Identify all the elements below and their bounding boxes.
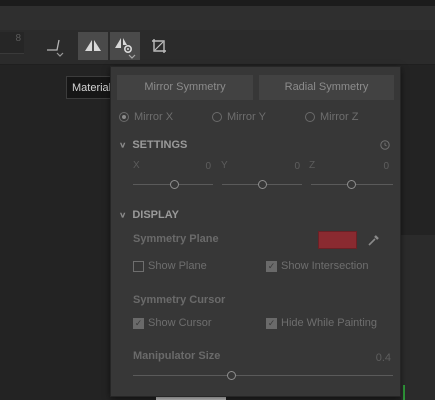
green-indicator bbox=[403, 385, 405, 400]
mirror-x-label: Mirror X bbox=[134, 111, 174, 123]
z-slider-handle[interactable] bbox=[347, 180, 356, 189]
mirror-y-label: Mirror Y bbox=[227, 111, 266, 123]
mirror-x-option[interactable]: Mirror X bbox=[119, 111, 173, 123]
curve-tool-button[interactable] bbox=[40, 32, 70, 60]
display-section-header[interactable]: ∨ DISPLAY bbox=[119, 209, 179, 221]
settings-title: SETTINGS bbox=[132, 139, 188, 151]
show-cursor-checkbox[interactable]: ✓ Show Cursor bbox=[133, 317, 212, 329]
brush-number-field[interactable]: 8 bbox=[0, 32, 24, 54]
mirror-z-label: Mirror Z bbox=[320, 111, 359, 123]
x-slider-handle[interactable] bbox=[170, 180, 179, 189]
y-label: Y bbox=[221, 160, 228, 171]
manipulator-size-label: Manipulator Size bbox=[133, 350, 221, 362]
mirror-z-option[interactable]: Mirror Z bbox=[305, 111, 359, 123]
manipulator-size-value[interactable]: 0.4 bbox=[361, 352, 391, 364]
tab-radial-symmetry[interactable]: Radial Symmetry bbox=[259, 75, 394, 100]
checkbox-checked-icon: ✓ bbox=[266, 260, 277, 272]
hide-while-painting-checkbox[interactable]: ✓ Hide While Painting bbox=[266, 317, 377, 329]
symmetry-button[interactable] bbox=[78, 32, 108, 60]
radio-unchecked-icon bbox=[305, 112, 315, 122]
show-intersection-label: Show Intersection bbox=[281, 260, 369, 272]
curve-tool-icon bbox=[47, 39, 64, 57]
display-title: DISPLAY bbox=[132, 209, 179, 221]
symmetry-settings-icon bbox=[115, 38, 136, 59]
checkbox-unchecked-icon bbox=[133, 260, 144, 272]
symmetry-icon bbox=[85, 40, 101, 51]
transform-icon bbox=[152, 39, 166, 53]
top-bar bbox=[0, 0, 435, 30]
show-intersection-checkbox[interactable]: ✓ Show Intersection bbox=[266, 260, 368, 272]
toolbar: 8 bbox=[0, 30, 435, 65]
radio-unchecked-icon bbox=[212, 112, 222, 122]
left-panel-area bbox=[0, 65, 110, 400]
radio-checked-icon bbox=[119, 112, 129, 122]
chevron-down-icon: ∨ bbox=[119, 210, 127, 220]
tab-mirror-symmetry[interactable]: Mirror Symmetry bbox=[117, 75, 253, 100]
checkbox-checked-icon: ✓ bbox=[133, 317, 144, 329]
symmetry-panel: Mirror Symmetry Radial Symmetry Mirror X… bbox=[110, 66, 401, 397]
symmetry-settings-button[interactable] bbox=[110, 32, 140, 60]
y-value[interactable]: 0 bbox=[280, 161, 300, 172]
hide-while-painting-label: Hide While Painting bbox=[281, 317, 377, 329]
manipulator-size-slider-track[interactable] bbox=[133, 375, 393, 376]
settings-section-header[interactable]: ∨ SETTINGS bbox=[119, 139, 187, 151]
reset-icon[interactable] bbox=[379, 139, 391, 151]
x-label: X bbox=[133, 160, 140, 171]
top-bar-shadow bbox=[0, 0, 435, 6]
show-cursor-label: Show Cursor bbox=[148, 317, 212, 329]
chevron-down-icon: ∨ bbox=[119, 140, 127, 150]
y-slider-handle[interactable] bbox=[258, 180, 267, 189]
viewport-edge bbox=[401, 235, 435, 400]
mirror-y-option[interactable]: Mirror Y bbox=[212, 111, 266, 123]
symmetry-plane-color-swatch[interactable] bbox=[318, 231, 357, 249]
eyedropper-icon[interactable] bbox=[367, 233, 381, 247]
symmetry-cursor-label: Symmetry Cursor bbox=[133, 294, 226, 306]
symmetry-plane-label: Symmetry Plane bbox=[133, 233, 219, 245]
z-value[interactable]: 0 bbox=[369, 161, 389, 172]
show-plane-checkbox[interactable]: Show Plane bbox=[133, 260, 207, 272]
transform-button[interactable] bbox=[144, 32, 174, 60]
z-label: Z bbox=[309, 160, 316, 171]
manipulator-size-slider-handle[interactable] bbox=[227, 371, 236, 380]
x-value[interactable]: 0 bbox=[191, 161, 211, 172]
show-plane-label: Show Plane bbox=[148, 260, 207, 272]
checkbox-checked-icon: ✓ bbox=[266, 317, 277, 329]
